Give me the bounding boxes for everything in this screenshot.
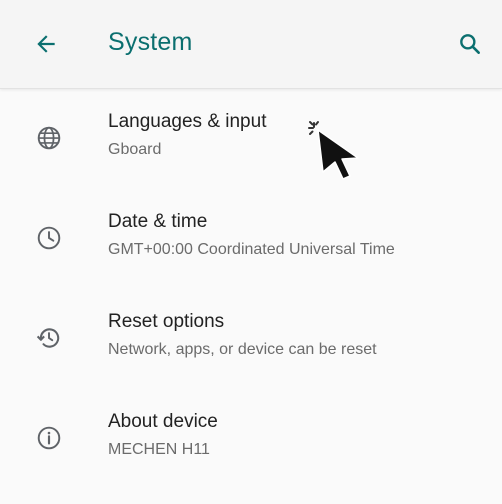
list-item-subtitle: GMT+00:00 Coordinated Universal Time [108, 241, 395, 258]
mouse-cursor-icon [308, 121, 359, 180]
search-button[interactable] [446, 24, 494, 64]
page-title: System [108, 28, 193, 56]
list-item-title: About device [108, 411, 218, 432]
app-bar: System [0, 0, 502, 89]
info-icon [37, 426, 61, 450]
search-icon [460, 34, 480, 54]
list-item-reset-options[interactable]: Reset options Network, apps, or device c… [0, 289, 502, 389]
list-item-title: Reset options [108, 311, 225, 332]
list-item-date-time[interactable]: Date & time GMT+00:00 Coordinated Univer… [0, 189, 502, 289]
back-button[interactable] [22, 24, 70, 64]
restore-icon [36, 328, 60, 348]
list-item-title: Date & time [108, 211, 208, 232]
list-item-subtitle: MECHEN H11 [108, 441, 210, 458]
globe-icon [37, 126, 61, 150]
list-item-about-device[interactable]: About device MECHEN H11 [0, 389, 502, 489]
arrow-back-icon [37, 35, 55, 53]
clock-icon [37, 226, 61, 250]
list-item-languages-input[interactable]: Languages & input Gboard [0, 89, 502, 189]
settings-list: Languages & input Gboard Date & time GMT… [0, 89, 502, 489]
list-item-title: Languages & input [108, 111, 267, 132]
list-item-subtitle: Network, apps, or device can be reset [108, 341, 377, 358]
list-item-subtitle: Gboard [108, 141, 162, 158]
